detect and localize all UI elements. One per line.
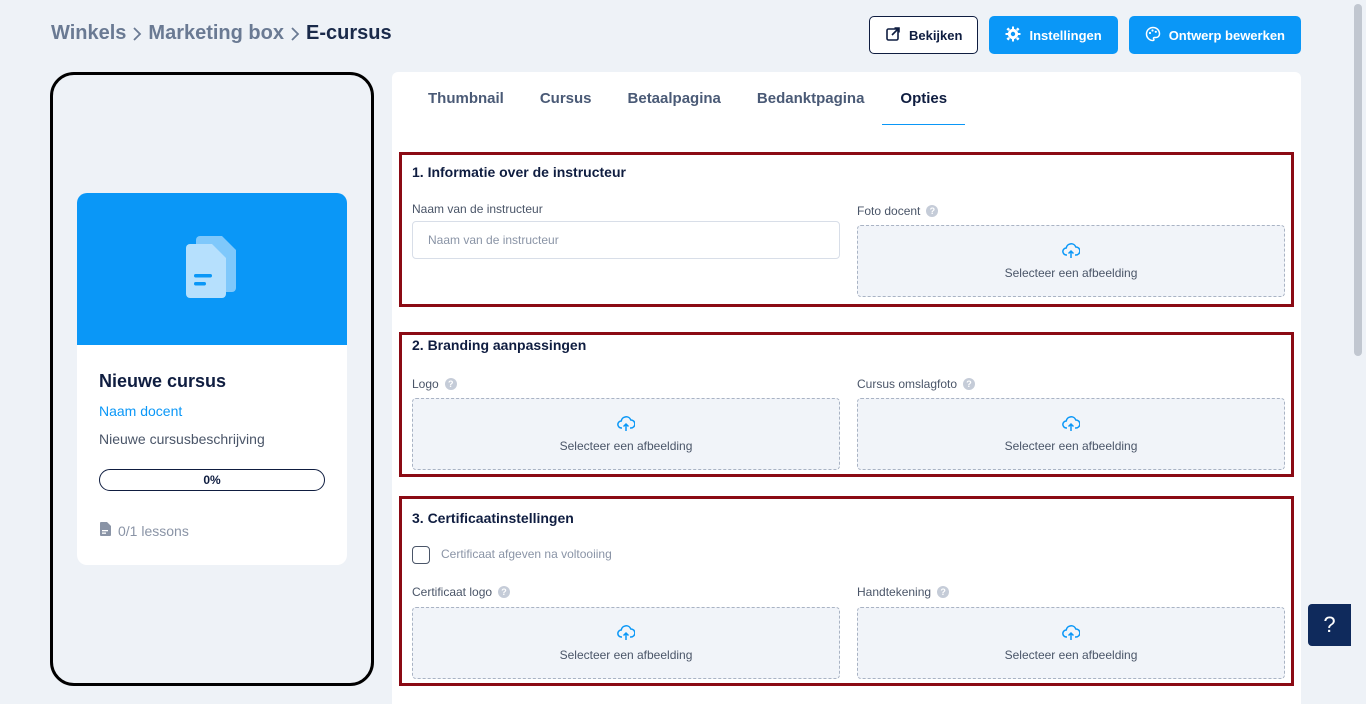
upload-label: Selecteer een afbeelding	[1004, 647, 1138, 662]
cover-photo-label: Cursus omslagfoto?	[857, 377, 976, 391]
help-icon[interactable]: ?	[963, 378, 976, 390]
cloud-upload-icon	[1062, 415, 1081, 435]
section-title: 1. Informatie over de instructeur	[412, 164, 626, 180]
help-icon[interactable]: ?	[926, 205, 939, 217]
settings-button[interactable]: Instellingen	[989, 16, 1118, 54]
upload-label: Selecteer een afbeelding	[559, 647, 693, 662]
section-instructor: 1. Informatie over de instructeur Naam v…	[399, 152, 1294, 307]
instructor-name-input[interactable]	[412, 221, 840, 259]
tab-bedanktpagina[interactable]: Bedanktpagina	[739, 72, 883, 124]
cloud-upload-icon	[617, 624, 636, 644]
chevron-right-icon	[126, 26, 148, 41]
progress-bar: 0%	[99, 469, 325, 491]
top-actions: Bekijken Instellingen Ontwerp bewerken	[868, 16, 1301, 54]
certificate-logo-label: Certificaat logo?	[412, 585, 511, 599]
course-card-hero	[77, 193, 347, 345]
instructor-photo-upload[interactable]: Selecteer een afbeelding	[857, 225, 1285, 297]
section-title: 3. Certificaatinstellingen	[412, 510, 574, 526]
edit-design-button-label: Ontwerp bewerken	[1168, 27, 1285, 43]
cloud-upload-icon	[617, 415, 636, 435]
help-icon[interactable]: ?	[498, 586, 511, 598]
upload-label: Selecteer een afbeelding	[1004, 438, 1138, 453]
instructor-name-label: Naam van de instructeur	[412, 202, 543, 216]
breadcrumb-link-winkels[interactable]: Winkels	[51, 22, 126, 45]
settings-button-label: Instellingen	[1029, 27, 1102, 43]
breadcrumb: Winkels Marketing box E-cursus	[51, 22, 392, 45]
tab-thumbnail[interactable]: Thumbnail	[410, 72, 522, 124]
phone-preview: Nieuwe cursus Naam docent Nieuwe cursusb…	[50, 72, 374, 686]
course-teacher: Naam docent	[99, 403, 183, 419]
tab-bar: Thumbnail Cursus Betaalpagina Bedanktpag…	[410, 72, 965, 125]
breadcrumb-link-marketing-box[interactable]: Marketing box	[148, 22, 284, 45]
help-icon[interactable]: ?	[444, 378, 457, 390]
view-button-label: Bekijken	[908, 27, 963, 43]
logo-upload[interactable]: Selecteer een afbeelding	[412, 398, 840, 470]
document-icon	[99, 522, 112, 539]
external-link-icon	[885, 26, 901, 45]
course-card: Nieuwe cursus Naam docent Nieuwe cursusb…	[77, 193, 347, 565]
tab-cursus[interactable]: Cursus	[522, 72, 610, 124]
cover-photo-upload[interactable]: Selecteer een afbeelding	[857, 398, 1285, 470]
help-button[interactable]: ?	[1308, 604, 1351, 646]
lessons-label: 0/1 lessons	[118, 522, 189, 539]
tab-opties[interactable]: Opties	[882, 72, 965, 125]
documents-icon	[184, 234, 240, 305]
section-certificate: 3. Certificaatinstellingen Certificaat a…	[399, 496, 1294, 686]
gear-icon	[1005, 26, 1021, 45]
edit-design-button[interactable]: Ontwerp bewerken	[1128, 16, 1301, 54]
instructor-photo-label: Foto docent?	[857, 204, 939, 218]
signature-label: Handtekening?	[857, 585, 950, 599]
course-description: Nieuwe cursusbeschrijving	[99, 431, 265, 447]
upload-label: Selecteer een afbeelding	[1004, 265, 1138, 280]
tab-betaalpagina[interactable]: Betaalpagina	[610, 72, 739, 124]
certificate-checkbox[interactable]	[412, 546, 430, 564]
breadcrumb-current: E-cursus	[305, 22, 392, 44]
signature-upload[interactable]: Selecteer een afbeelding	[857, 607, 1285, 679]
help-icon[interactable]: ?	[937, 586, 950, 598]
cloud-upload-icon	[1062, 242, 1081, 262]
chevron-right-icon	[284, 26, 306, 41]
section-branding: 2. Branding aanpassingen Logo? Selecteer…	[399, 332, 1294, 477]
course-title: Nieuwe cursus	[99, 371, 227, 391]
certificate-checkbox-label: Certificaat afgeven na voltooiing	[441, 547, 612, 561]
palette-icon	[1145, 26, 1161, 45]
progress-label: 0%	[203, 473, 221, 487]
section-title: 2. Branding aanpassingen	[412, 337, 587, 353]
certificate-logo-upload[interactable]: Selecteer een afbeelding	[412, 607, 840, 679]
lessons-count: 0/1 lessons	[99, 522, 325, 539]
logo-label: Logo?	[412, 377, 457, 391]
scrollbar[interactable]	[1354, 4, 1362, 356]
upload-label: Selecteer een afbeelding	[559, 438, 693, 453]
cloud-upload-icon	[1062, 624, 1081, 644]
options-panel: Thumbnail Cursus Betaalpagina Bedanktpag…	[392, 72, 1301, 704]
view-button[interactable]: Bekijken	[868, 16, 979, 54]
